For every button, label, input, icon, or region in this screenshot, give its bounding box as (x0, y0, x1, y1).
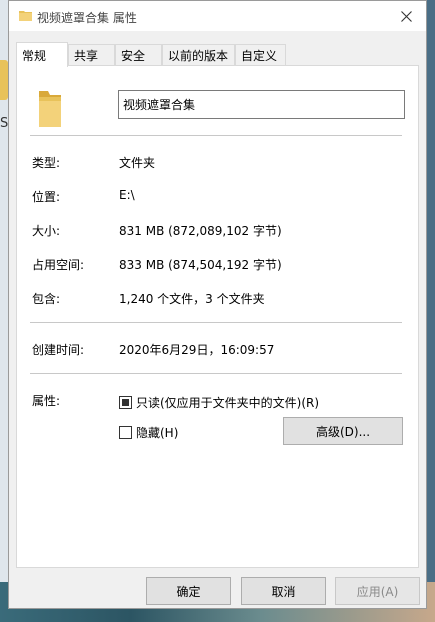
tab-label: 共享 (74, 48, 99, 63)
cancel-button[interactable]: 取消 (241, 577, 326, 605)
tab-label: 以前的版本 (168, 48, 229, 63)
readonly-checkbox-label[interactable]: 只读(仅应用于文件夹中的文件)(R) (136, 394, 319, 411)
hidden-checkbox-label[interactable]: 隐藏(H) (136, 424, 178, 441)
ok-button[interactable]: 确定 (146, 577, 231, 605)
separator (30, 322, 402, 323)
contains-label: 包含: (32, 292, 61, 306)
apply-button[interactable]: 应用(A) (335, 577, 420, 605)
size-on-disk-label: 占用空间: (32, 258, 85, 272)
separator (30, 373, 402, 374)
tab-label: 自定义 (241, 48, 278, 63)
attributes-label: 属性: (32, 394, 61, 408)
tab-previous-versions[interactable]: 以前的版本 (162, 44, 235, 65)
separator (30, 135, 402, 136)
close-button[interactable] (386, 1, 426, 31)
hidden-checkbox[interactable] (119, 426, 132, 439)
type-value: 文件夹 (119, 156, 156, 170)
contains-value: 1,240 个文件，3 个文件夹 (119, 292, 265, 306)
created-label: 创建时间: (32, 343, 85, 357)
location-value: E:\ (119, 188, 135, 202)
title-bar[interactable]: 视频遮罩合集 属性 (9, 1, 426, 31)
tab-label: 安全 (121, 48, 146, 63)
type-label: 类型: (32, 156, 61, 170)
folder-name-input[interactable] (118, 90, 405, 119)
tab-customize[interactable]: 自定义 (235, 44, 286, 65)
created-value: 2020年6月29日，16:09:57 (119, 343, 275, 357)
location-label: 位置: (32, 190, 61, 204)
folder-icon (19, 11, 32, 21)
size-value: 831 MB (872,089,102 字节) (119, 224, 282, 238)
close-icon (400, 10, 412, 22)
size-label: 大小: (32, 224, 61, 238)
large-folder-icon (39, 91, 61, 127)
properties-dialog: 视频遮罩合集 属性 常规 共享 安全 以前的版本 自定义 类型: 文件夹 位置:… (8, 0, 427, 609)
desktop-folder-icon[interactable] (0, 60, 8, 100)
window-title: 视频遮罩合集 属性 (37, 11, 137, 25)
general-panel: 类型: 文件夹 位置: E:\ 大小: 831 MB (872,089,102 … (16, 65, 419, 568)
size-on-disk-value: 833 MB (874,504,192 字节) (119, 258, 282, 272)
readonly-checkbox[interactable] (119, 396, 132, 409)
tab-general[interactable]: 常规 (16, 42, 68, 67)
tab-sharing[interactable]: 共享 (68, 44, 115, 65)
tab-label: 常规 (22, 48, 47, 63)
advanced-button[interactable]: 高级(D)... (283, 417, 403, 445)
tab-security[interactable]: 安全 (115, 44, 162, 65)
